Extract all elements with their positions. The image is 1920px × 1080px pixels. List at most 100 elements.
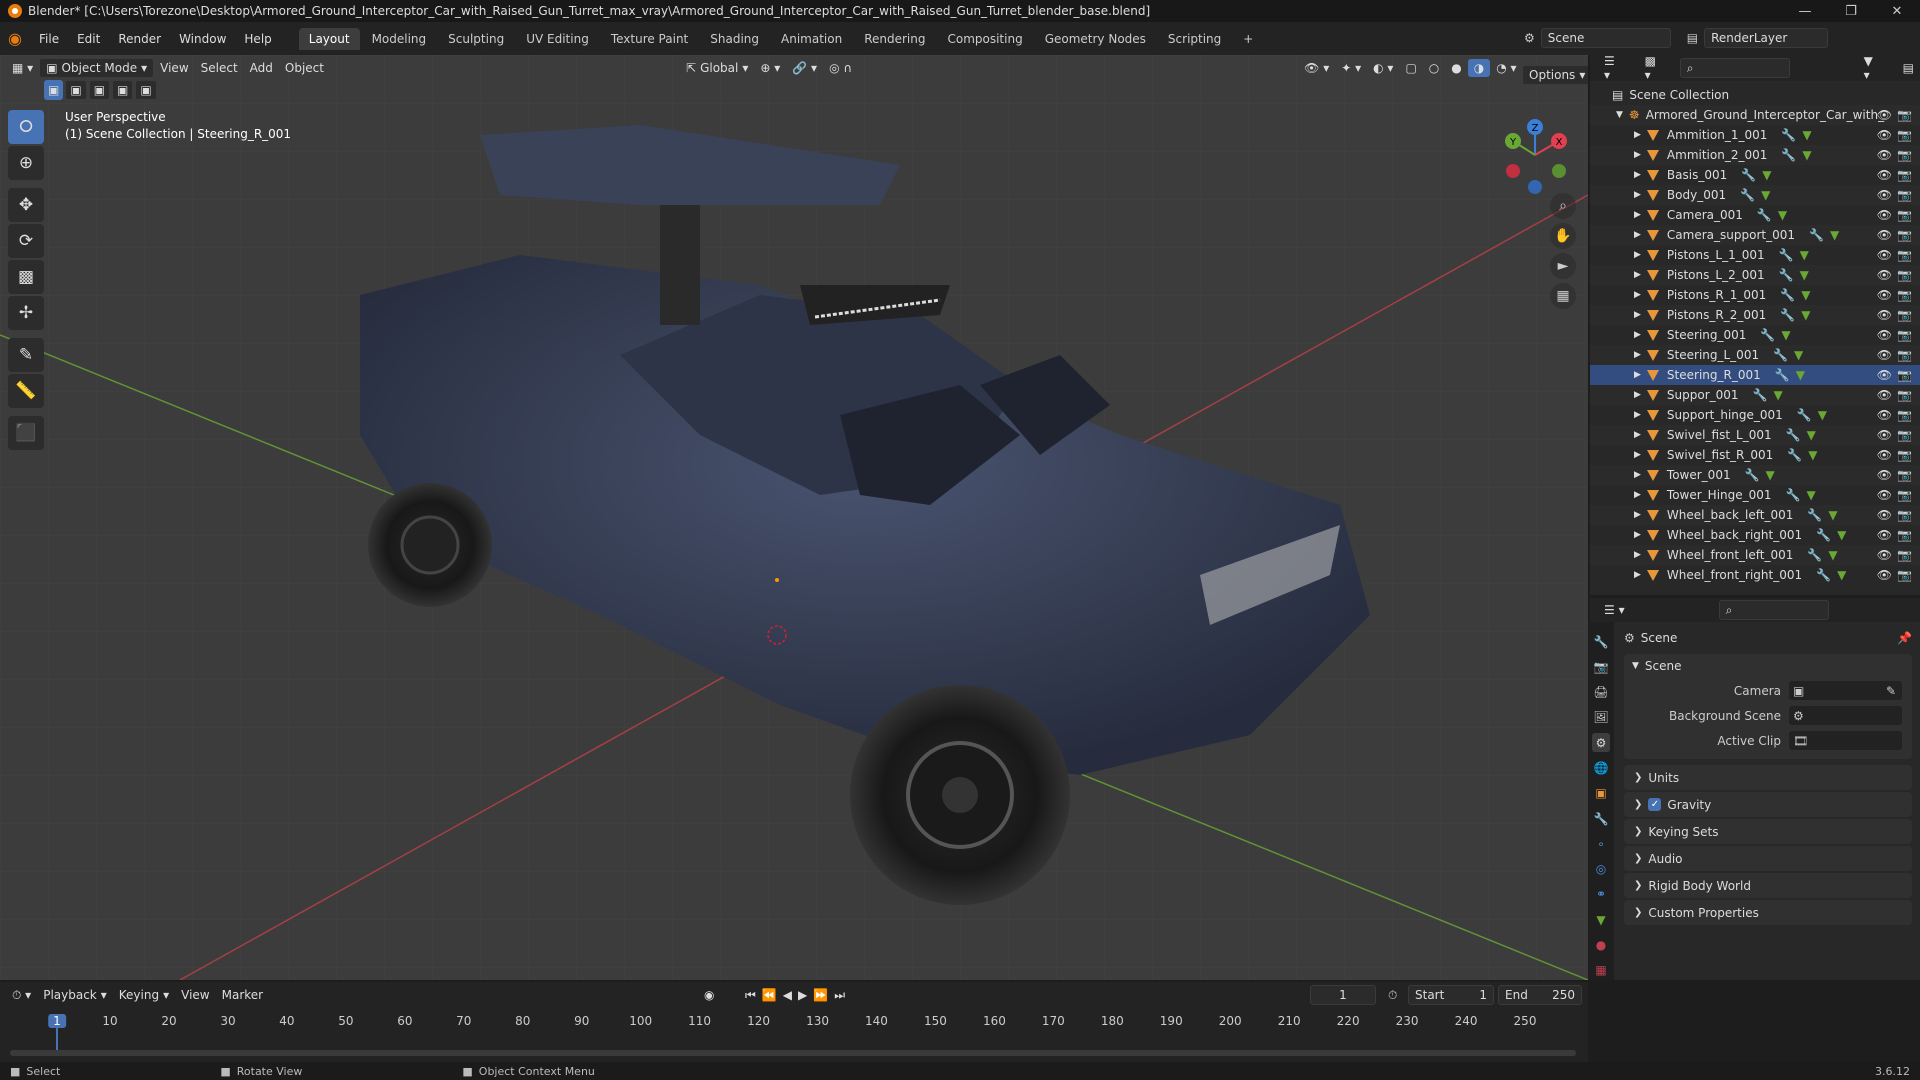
tab-modeling[interactable]: Modeling <box>362 28 437 50</box>
outliner-object-row[interactable]: ▶ Steering_R_001 🔧 ▼ 👁 📷 <box>1590 365 1920 385</box>
visibility-eye-icon[interactable]: 👁 <box>1877 328 1892 342</box>
visibility-eye-icon[interactable]: 👁 <box>1877 268 1892 282</box>
modifier-icon[interactable]: 🔧 <box>1741 168 1756 182</box>
tab-layout[interactable]: Layout <box>298 27 360 50</box>
proportional-edit-icon[interactable]: ◎ ∩ <box>823 59 858 77</box>
display-mode-icon[interactable]: ▩ ▾ <box>1639 52 1672 84</box>
mesh-data-icon[interactable]: ▼ <box>1774 388 1783 402</box>
visibility-eye-icon[interactable]: 👁 <box>1877 228 1892 242</box>
visibility-eye-icon[interactable]: 👁 <box>1877 548 1892 562</box>
constraints-tab-icon[interactable]: ⚭ <box>1592 885 1610 904</box>
menu-help[interactable]: Help <box>235 32 280 46</box>
camera-view-icon[interactable]: ► <box>1550 253 1576 279</box>
outliner-object-row[interactable]: ▶ Pistons_L_2_001 🔧 ▼ 👁 📷 <box>1590 265 1920 285</box>
scene-collection-row[interactable]: ▤ Scene Collection <box>1590 85 1920 105</box>
outliner-object-row[interactable]: ▶ Camera_001 🔧 ▼ 👁 📷 <box>1590 205 1920 225</box>
render-camera-icon[interactable]: 📷 <box>1897 268 1912 282</box>
modifier-icon[interactable]: 🔧 <box>1809 228 1824 242</box>
tab-geometry-nodes[interactable]: Geometry Nodes <box>1035 28 1156 50</box>
gravity-checkbox[interactable]: ✓ <box>1648 798 1662 811</box>
audio-panel[interactable]: ❯ Audio <box>1624 846 1912 871</box>
render-camera-icon[interactable]: 📷 <box>1897 248 1912 262</box>
cursor-tool-icon[interactable]: ⊕ <box>8 146 44 180</box>
outliner-object-row[interactable]: ▶ Body_001 🔧 ▼ 👁 📷 <box>1590 185 1920 205</box>
eyedropper-icon[interactable]: ✎ <box>1886 684 1896 698</box>
visibility-eye-icon[interactable]: 👁 <box>1877 248 1892 262</box>
mesh-data-icon[interactable]: ▼ <box>1808 448 1817 462</box>
transform-tool-icon[interactable]: ✢ <box>8 296 44 330</box>
tab-sculpting[interactable]: Sculpting <box>438 28 514 50</box>
expand-arrow-icon[interactable]: ▶ <box>1634 490 1641 500</box>
menu-add[interactable]: Add <box>244 59 279 77</box>
render-camera-icon[interactable]: 📷 <box>1897 508 1912 522</box>
tab-uv-editing[interactable]: UV Editing <box>516 28 599 50</box>
render-camera-icon[interactable]: 📷 <box>1897 168 1912 182</box>
visibility-eye-icon[interactable]: 👁 <box>1877 188 1892 202</box>
menu-render[interactable]: Render <box>109 32 170 46</box>
render-camera-icon[interactable]: 📷 <box>1897 208 1912 222</box>
visibility-eye-icon[interactable]: 👁 <box>1877 508 1892 522</box>
mesh-data-icon[interactable]: ▼ <box>1766 468 1775 482</box>
menu-object[interactable]: Object <box>279 59 330 77</box>
timeline-scrollbar[interactable] <box>10 1050 1576 1056</box>
custom-properties-panel[interactable]: ❯ Custom Properties <box>1624 900 1912 925</box>
tab-scripting[interactable]: Scripting <box>1158 28 1231 50</box>
mesh-data-icon[interactable]: ▼ <box>1830 228 1839 242</box>
modifier-icon[interactable]: 🔧 <box>1779 268 1794 282</box>
expand-arrow-icon[interactable]: ▶ <box>1634 150 1641 160</box>
select-new-icon[interactable]: ▣ <box>44 80 64 100</box>
render-camera-icon[interactable]: 📷 <box>1897 408 1912 422</box>
particles-tab-icon[interactable]: ∘ <box>1592 834 1610 853</box>
filter-icon[interactable]: ▼ ▾ <box>1858 52 1889 84</box>
render-camera-icon[interactable]: 📷 <box>1897 308 1912 322</box>
modifier-icon[interactable]: 🔧 <box>1786 488 1801 502</box>
expand-arrow-icon[interactable]: ▶ <box>1634 410 1641 420</box>
outliner-object-row[interactable]: ▶ Pistons_R_1_001 🔧 ▼ 👁 📷 <box>1590 285 1920 305</box>
render-camera-icon[interactable]: 📷 <box>1897 108 1912 122</box>
outliner-object-row[interactable]: ▶ Suppor_001 🔧 ▼ 👁 📷 <box>1590 385 1920 405</box>
select-invert-icon[interactable]: ▣ <box>112 80 134 100</box>
mesh-data-icon[interactable]: ▼ <box>1807 428 1816 442</box>
scene-panel-header[interactable]: ▼ Scene <box>1624 654 1912 678</box>
render-camera-icon[interactable]: 📷 <box>1897 128 1912 142</box>
visibility-eye-icon[interactable]: 👁 <box>1877 168 1892 182</box>
render-camera-icon[interactable]: 📷 <box>1897 188 1912 202</box>
mesh-data-icon[interactable]: ▼ <box>1801 288 1810 302</box>
background-scene-field[interactable]: ⚙ <box>1789 706 1902 725</box>
close-button[interactable]: ✕ <box>1874 0 1920 22</box>
expand-arrow-icon[interactable]: ▶ <box>1634 190 1641 200</box>
grid-ortho-icon[interactable]: ▦ <box>1550 283 1576 309</box>
shading-solid-icon[interactable]: ● <box>1445 59 1467 77</box>
expand-arrow-icon[interactable]: ▶ <box>1634 430 1641 440</box>
modifier-icon[interactable]: 🔧 <box>1779 248 1794 262</box>
visibility-eye-icon[interactable]: 👁 <box>1877 428 1892 442</box>
render-camera-icon[interactable]: 📷 <box>1897 348 1912 362</box>
properties-search-input[interactable]: ⌕ <box>1718 600 1829 620</box>
outliner-object-row[interactable]: ▶ Wheel_back_right_001 🔧 ▼ 👁 📷 <box>1590 525 1920 545</box>
expand-arrow-icon[interactable]: ▶ <box>1634 350 1641 360</box>
mesh-data-icon[interactable]: ▼ <box>1818 408 1827 422</box>
render-camera-icon[interactable]: 📷 <box>1897 528 1912 542</box>
modifier-icon[interactable]: 🔧 <box>1786 428 1801 442</box>
render-camera-icon[interactable]: 📷 <box>1897 148 1912 162</box>
modifier-icon[interactable]: 🔧 <box>1781 148 1796 162</box>
visibility-eye-icon[interactable]: 👁 <box>1877 148 1892 162</box>
menu-edit[interactable]: Edit <box>68 32 109 46</box>
expand-arrow-icon[interactable]: ▶ <box>1634 310 1641 320</box>
transform-orientation-dropdown[interactable]: ⇱ Global ▾ <box>680 59 754 77</box>
shading-rendered-icon[interactable]: ◔ ▾ <box>1490 59 1522 77</box>
add-cube-tool-icon[interactable]: ⬛ <box>8 416 44 450</box>
visibility-eye-icon[interactable]: 👁 <box>1877 308 1892 322</box>
pivot-point-icon[interactable]: ⊕ ▾ <box>754 59 786 77</box>
scene-browse-icon[interactable]: ⚙ <box>1524 31 1535 45</box>
expand-arrow-icon[interactable]: ▼ <box>1616 110 1623 120</box>
mesh-data-icon[interactable]: ▼ <box>1807 488 1816 502</box>
select-box-tool-icon[interactable]: ⭘ <box>8 110 44 144</box>
zoom-icon[interactable]: ⌕ <box>1550 193 1576 219</box>
outliner-object-row[interactable]: ▶ Wheel_front_left_001 🔧 ▼ 👁 📷 <box>1590 545 1920 565</box>
modifier-icon[interactable]: 🔧 <box>1757 208 1772 222</box>
measure-tool-icon[interactable]: 📏 <box>8 374 44 408</box>
select-subtract-icon[interactable]: ▣ <box>88 80 111 100</box>
render-camera-icon[interactable]: 📷 <box>1897 388 1912 402</box>
visibility-eye-icon[interactable]: 👁 <box>1877 528 1892 542</box>
